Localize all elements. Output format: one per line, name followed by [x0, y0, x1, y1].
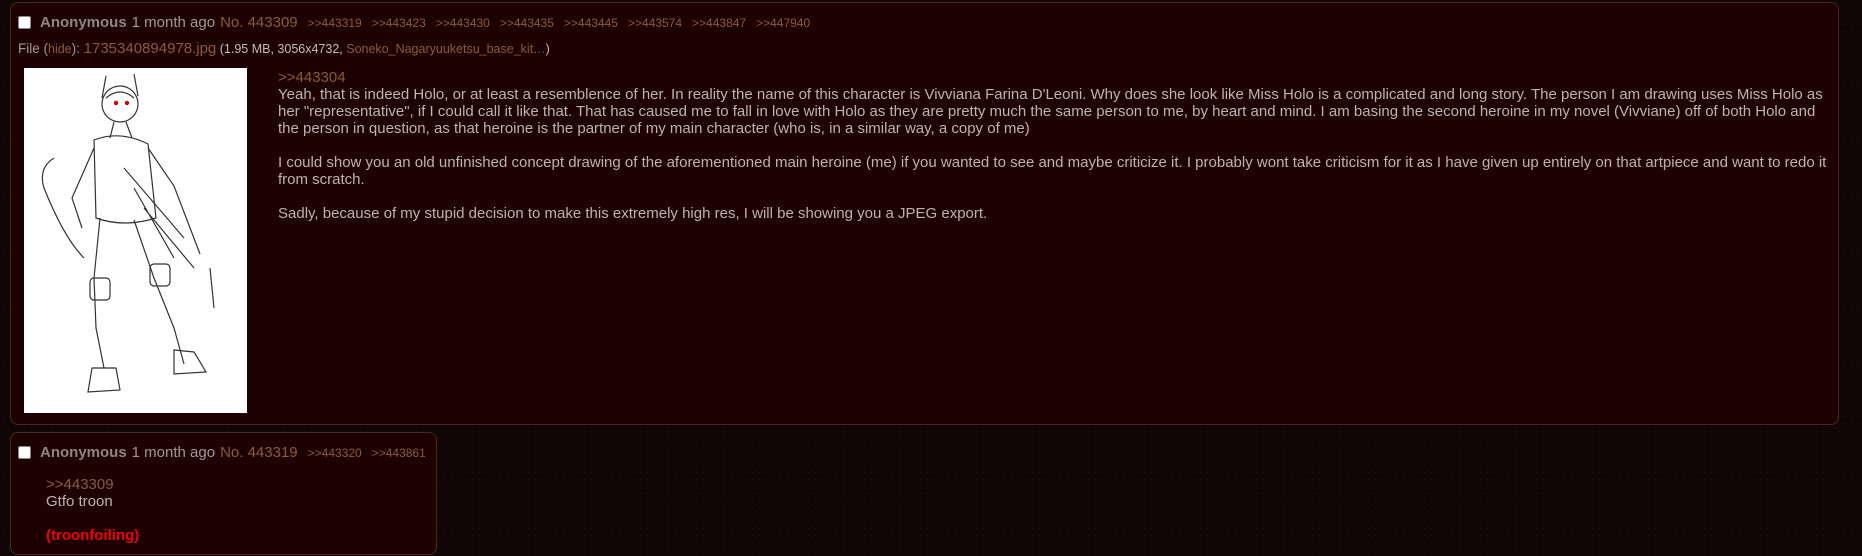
file-label: File (: [18, 41, 48, 56]
post-date: 1 month ago: [131, 444, 216, 461]
poster-name: Anonymous: [40, 14, 127, 31]
backlink[interactable]: >>443435: [500, 16, 554, 30]
file-details: (1.95 MB, 3056x4732,: [216, 42, 347, 56]
message-paragraph: I could show you an old unfinished conce…: [278, 154, 1827, 188]
post-header: Anonymous 1 month ago No. 443309 >>44331…: [18, 14, 810, 31]
post-message: >>443304 Yeah, that is indeed Holo, or a…: [278, 69, 1828, 222]
backlink[interactable]: >>443847: [692, 16, 746, 30]
backlink[interactable]: >>443319: [308, 16, 362, 30]
message-paragraph: Sadly, because of my stupid decision to …: [278, 205, 988, 222]
file-label-sep: ):: [71, 41, 84, 56]
file-details-close: ): [545, 42, 550, 56]
original-filename-link[interactable]: Soneko_Nagaryuuketsu_base_kit…: [346, 42, 545, 56]
backlink[interactable]: >>447940: [756, 16, 810, 30]
select-post-checkbox[interactable]: [18, 16, 31, 29]
message-paragraph: Yeah, that is indeed Holo, or at least a…: [278, 86, 1823, 137]
file-name-link[interactable]: 1735340894978.jpg: [84, 40, 217, 57]
poster-name: Anonymous: [40, 444, 127, 461]
select-post-checkbox[interactable]: [18, 446, 31, 459]
file-info: File (hide): 1735340894978.jpg (1.95 MB,…: [18, 40, 550, 57]
backlink[interactable]: >>443320: [308, 446, 362, 460]
post-443319: Anonymous 1 month ago No. 443319 >>44332…: [10, 432, 437, 555]
post-image-thumbnail[interactable]: [24, 68, 247, 413]
post-message: >>443309 Gtfo troon (troonfoiling): [46, 476, 426, 544]
backlink[interactable]: >>443574: [628, 16, 682, 30]
backlinks: >>443319 >>443423 >>443430 >>443435 >>44…: [308, 16, 811, 30]
quote-link[interactable]: >>443309: [46, 476, 426, 493]
hide-image-link[interactable]: hide: [48, 42, 72, 56]
message-text: Gtfo troon: [46, 493, 113, 510]
post-number-link[interactable]: No. 443319: [220, 444, 298, 461]
post-date: 1 month ago: [131, 14, 216, 31]
moderator-redtext: (troonfoiling): [46, 527, 140, 544]
backlink[interactable]: >>443861: [372, 446, 426, 460]
character-drawing: [41, 73, 215, 393]
backlink[interactable]: >>443423: [372, 16, 426, 30]
post-443309: Anonymous 1 month ago No. 443309 >>44331…: [10, 2, 1839, 425]
backlink[interactable]: >>443430: [436, 16, 490, 30]
backlink[interactable]: >>443445: [564, 16, 618, 30]
post-header: Anonymous 1 month ago No. 443319 >>44332…: [18, 444, 426, 461]
post-number-link[interactable]: No. 443309: [220, 14, 298, 31]
quote-link[interactable]: >>443304: [278, 69, 1828, 86]
backlinks: >>443320 >>443861: [308, 446, 426, 460]
